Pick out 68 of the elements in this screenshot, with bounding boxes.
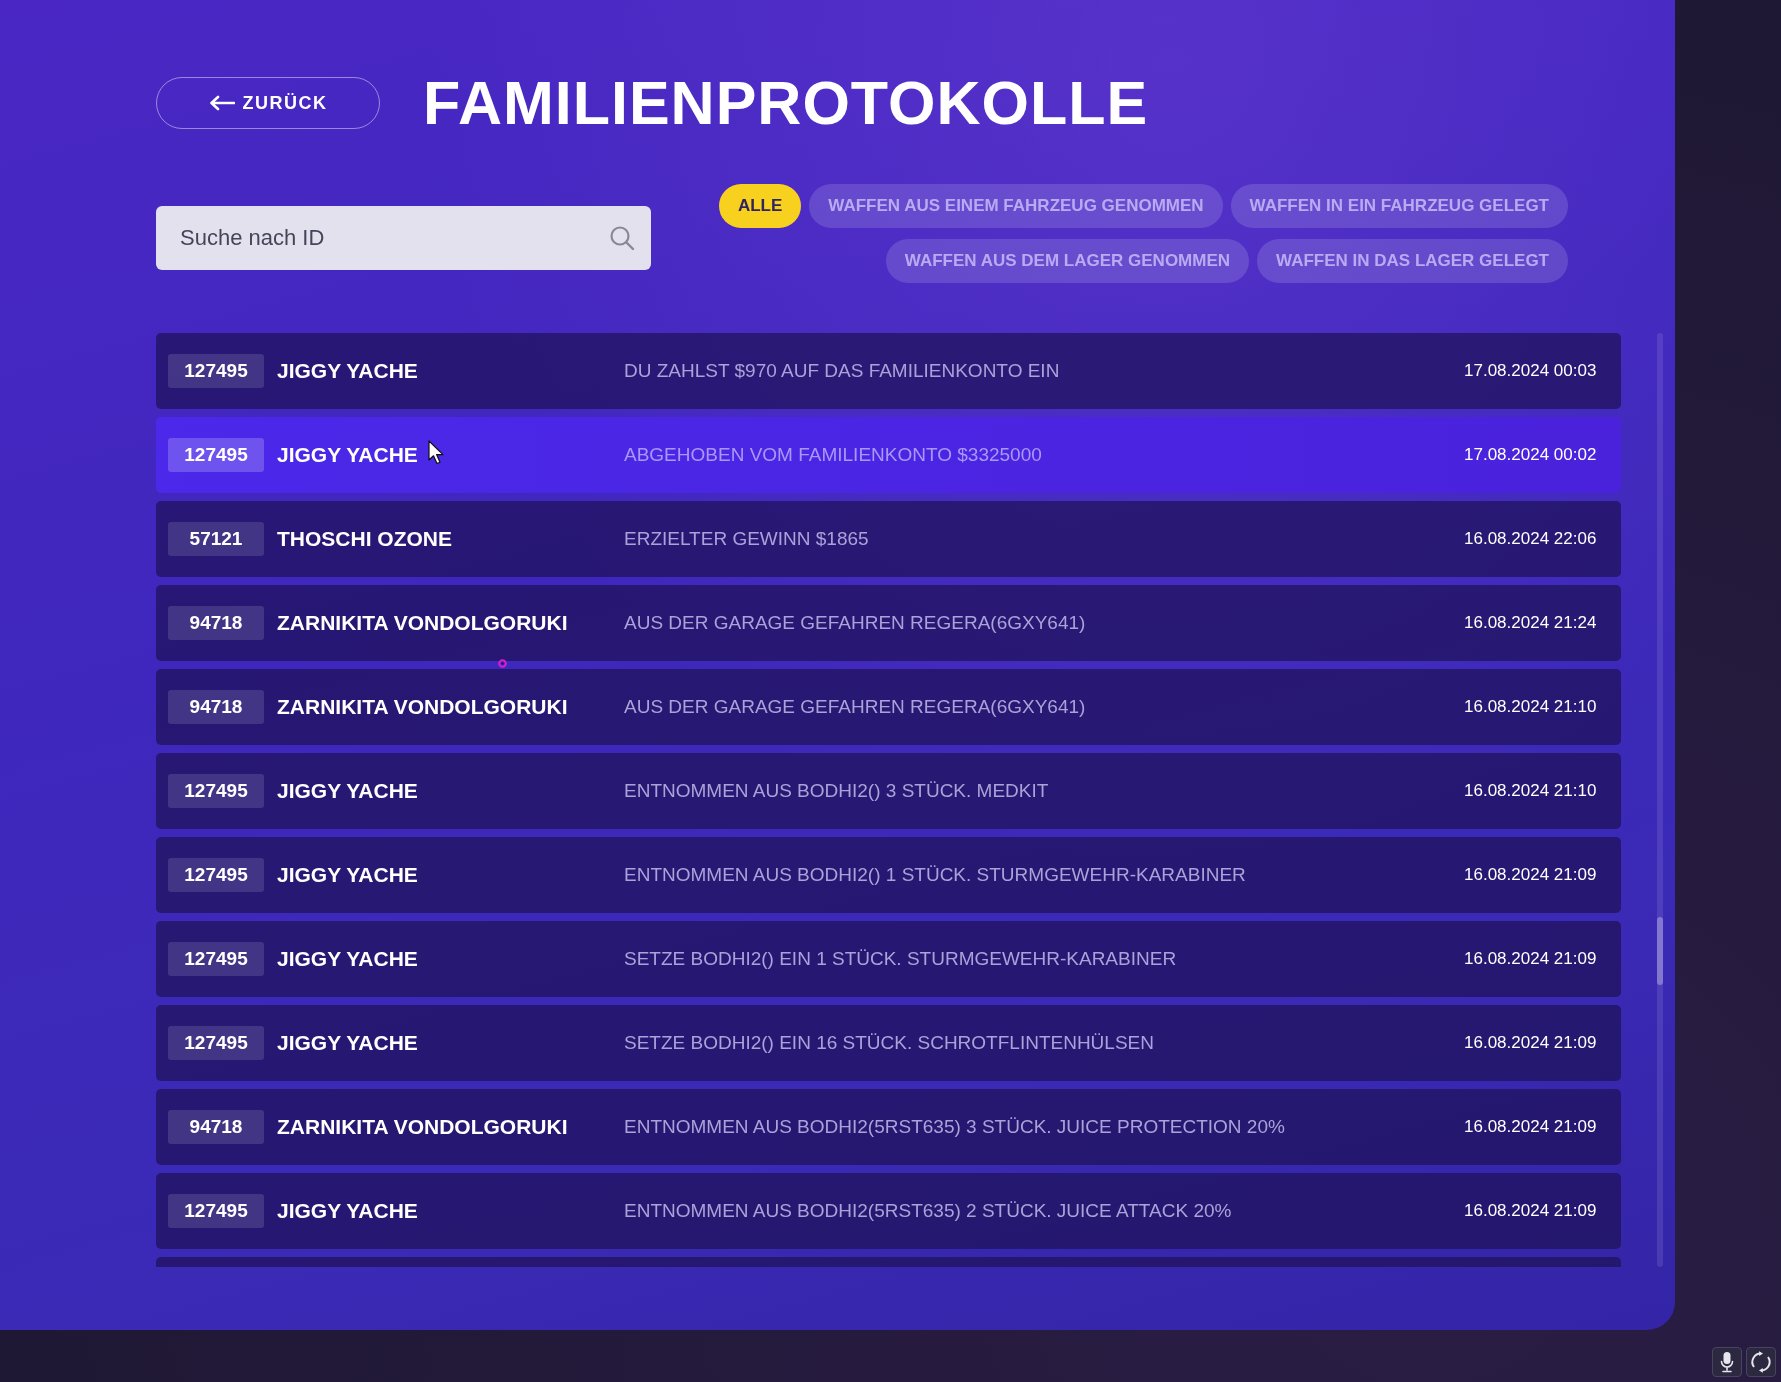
log-action: ABGEHOBEN VOM FAMILIENKONTO $3325000 xyxy=(624,443,1042,465)
player-id: 127495 xyxy=(168,438,264,472)
log-action: SETZE BODHI2() EIN 1 STÜCK. STURMGEWEHR-KARABINER xyxy=(624,947,1177,969)
log-row[interactable]: 94718 ZARNIKITA VONDOLGORUKI ENTNOMMEN AUS BODHI2(5RST635) 3 STÜCK. JUICE PROTECTION 20% 16.08.2024 21:09 xyxy=(156,1089,1621,1165)
log-action: AUS DER GARAGE GEFAHREN REGERA(6GXY641) xyxy=(624,611,1086,633)
log-timestamp: 16.08.2024 21:10 xyxy=(1464,781,1597,801)
player-id: 94718 xyxy=(168,606,264,640)
player-id: 127495 xyxy=(168,1026,264,1060)
player-id: 127495 xyxy=(168,354,264,388)
log-action: AUS DER GARAGE GEFAHREN REGERA(6GXY641) xyxy=(624,695,1086,717)
player-name: JIGGY YACHE xyxy=(277,779,418,803)
log-timestamp: 16.08.2024 21:09 xyxy=(1464,865,1597,885)
search-icon xyxy=(609,225,635,251)
player-id: 94718 xyxy=(168,1110,264,1144)
log-timestamp: 16.08.2024 21:10 xyxy=(1464,697,1597,717)
log-row[interactable]: 127495 JIGGY YACHE DU ZAHLST $970 AUF DAS FAMILIENKONTO EIN 17.08.2024 00:03 xyxy=(156,333,1621,409)
search-field[interactable]: Suche nach ID xyxy=(156,206,651,270)
player-name: JIGGY YACHE xyxy=(277,863,418,887)
refresh-button[interactable] xyxy=(1746,1347,1776,1377)
player-id: 57121 xyxy=(168,522,264,556)
log-timestamp: 16.08.2024 22:06 xyxy=(1464,529,1597,549)
log-row[interactable]: 127495 JIGGY YACHE SETZE BODHI2() EIN 16 STÜCK. SCHROTFLINTENHÜLSEN 16.08.2024 21:09 xyxy=(156,1005,1621,1081)
log-action: ENTNOMMEN AUS BODHI2(5RST635) 2 STÜCK. JUICE ATTACK 20% xyxy=(624,1199,1232,1221)
log-timestamp: 16.08.2024 21:24 xyxy=(1464,613,1597,633)
player-id: 127495 xyxy=(168,1194,264,1228)
player-id: 94718 xyxy=(168,690,264,724)
log-row[interactable]: 57121 THOSCHI OZONE ERZIELTER GEWINN $1865 16.08.2024 22:06 xyxy=(156,501,1621,577)
scrollbar-track[interactable] xyxy=(1657,333,1663,1267)
player-name: JIGGY YACHE xyxy=(277,1031,418,1055)
log-timestamp: 16.08.2024 21:09 xyxy=(1464,1033,1597,1053)
log-action: ENTNOMMEN AUS BODHI2(5RST635) 3 STÜCK. JUICE PROTECTION 20% xyxy=(624,1115,1285,1137)
log-timestamp: 17.08.2024 00:02 xyxy=(1464,445,1597,465)
filter-chip[interactable]: ALLE xyxy=(718,184,802,228)
log-row[interactable]: 127495 JIGGY YACHE ENTNOMMEN AUS BODHI2(5RST635) 2 STÜCK. JUICE ATTACK 20% 16.08.2024 21:09 xyxy=(156,1173,1621,1249)
page-title: FAMILIENPROTOKOLLE xyxy=(423,72,1149,134)
log-action: ENTNOMMEN AUS BODHI2() 3 STÜCK. MEDKIT xyxy=(624,779,1049,801)
player-id: 127495 xyxy=(168,942,264,976)
scrollbar-thumb[interactable] xyxy=(1657,917,1663,985)
log-timestamp: 16.08.2024 21:09 xyxy=(1464,1201,1597,1221)
log-row[interactable]: 127495 JIGGY YACHE SETZE BODHI2() EIN 1 STÜCK. STURMGEWEHR-KARABINER 16.08.2024 21:09 xyxy=(156,921,1621,997)
player-name: THOSCHI OZONE xyxy=(277,527,452,551)
log-row[interactable]: 127495 JIGGY YACHE ENTNOMMEN AUS BODHI2() 1 STÜCK. STURMGEWEHR-KARABINER 16.08.2024 21:09 xyxy=(156,837,1621,913)
player-name: JIGGY YACHE xyxy=(277,359,418,383)
player-name: JIGGY YACHE xyxy=(277,1199,418,1223)
player-name: JIGGY YACHE xyxy=(277,947,418,971)
log-row[interactable]: 127495 JIGGY YACHE ENTNOMMEN AUS BODHI2() 3 STÜCK. MEDKIT 16.08.2024 21:10 xyxy=(156,753,1621,829)
log-action: ERZIELTER GEWINN $1865 xyxy=(624,527,869,549)
player-name: ZARNIKITA VONDOLGORUKI xyxy=(277,695,568,719)
refresh-icon xyxy=(1749,1350,1773,1374)
player-name: ZARNIKITA VONDOLGORUKI xyxy=(277,1115,568,1139)
log-action: ENTNOMMEN AUS BODHI2() 1 STÜCK. STURMGEWEHR-KARABINER xyxy=(624,863,1246,885)
microphone-icon xyxy=(1720,1351,1734,1373)
log-action: DU ZAHLST $970 AUF DAS FAMILIENKONTO EIN xyxy=(624,359,1060,381)
log-timestamp: 17.08.2024 00:03 xyxy=(1464,361,1597,381)
player-id: 127495 xyxy=(168,774,264,808)
log-row[interactable]: 94718 ZARNIKITA VONDOLGORUKI AUS DER GARAGE GEFAHREN REGERA(6GXY641) 16.08.2024 21:10 xyxy=(156,669,1621,745)
microphone-button[interactable] xyxy=(1712,1347,1742,1377)
ring-icon xyxy=(498,659,507,668)
player-id: 127495 xyxy=(168,858,264,892)
log-action: SETZE BODHI2() EIN 16 STÜCK. SCHROTFLINTENHÜLSEN xyxy=(624,1031,1154,1053)
player-name: ZARNIKITA VONDOLGORUKI xyxy=(277,611,568,635)
log-row[interactable]: 94718 ZARNIKITA VONDOLGORUKI AUS DER GARAGE GEFAHREN REGERA(6GXY641) 16.08.2024 21:24 xyxy=(156,585,1621,661)
arrow-left-icon xyxy=(208,95,235,111)
log-timestamp: 16.08.2024 21:09 xyxy=(1464,949,1597,969)
player-name: JIGGY YACHE xyxy=(277,443,418,467)
log-row[interactable]: 127495 JIGGY YACHE ABGEHOBEN VOM FAMILIENKONTO $3325000 17.08.2024 00:02 xyxy=(156,417,1621,493)
mouse-pointer-icon xyxy=(428,440,445,465)
log-timestamp: 16.08.2024 21:09 xyxy=(1464,1117,1597,1137)
